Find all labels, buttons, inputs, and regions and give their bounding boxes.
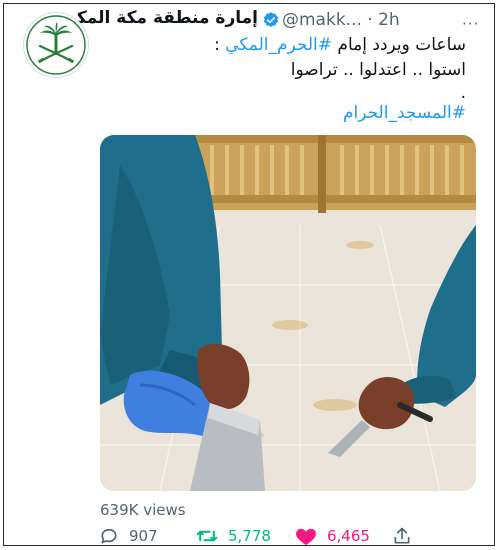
tweet-meta: @makk... · 2h <box>282 10 400 30</box>
more-options-button[interactable]: ··· <box>462 15 479 33</box>
verified-badge-icon <box>263 12 279 27</box>
tweet-text: ساعات ويردد إمام <box>332 35 466 55</box>
avatar[interactable] <box>23 12 89 78</box>
retweet-icon <box>196 530 218 542</box>
reply-count: 907 <box>129 527 158 545</box>
tweet-text-line-1: ساعات ويردد إمام #الحرم_المكي : <box>214 34 466 56</box>
reply-button[interactable]: 907 <box>99 526 158 546</box>
tweet-text-colon: : <box>214 35 226 55</box>
tweet-text-line-2: استوا .. اعتدلوا .. تراصوا <box>290 60 466 80</box>
share-icon <box>394 527 410 544</box>
hashtag-haram-makki[interactable]: #الحرم_المكي <box>225 35 332 55</box>
views-count: 639K views <box>100 501 186 519</box>
tweet-text-line-3: . <box>460 83 466 103</box>
retweet-button[interactable]: 5,778 <box>196 526 271 546</box>
reply-icon <box>101 528 117 544</box>
like-button[interactable]: 6,465 <box>295 526 370 546</box>
retweet-count: 5,778 <box>228 527 271 545</box>
user-handle[interactable]: @makk... <box>282 10 362 30</box>
video-frame-illustration <box>100 135 476 491</box>
saudi-emblem-logo <box>26 15 86 75</box>
display-name[interactable]: إمارة منطقة مكة المكرمة <box>45 8 258 28</box>
timestamp[interactable]: · 2h <box>367 10 399 30</box>
share-button[interactable] <box>392 526 412 546</box>
heart-icon <box>296 528 316 546</box>
hashtag-masjid-haram[interactable]: #المسجد_الحرام <box>343 102 466 124</box>
tweet-video[interactable] <box>100 135 476 491</box>
tweet-card: ··· @makk... · 2h إمارة منطقة مكة المكرم… <box>3 3 495 546</box>
like-count: 6,465 <box>327 527 370 545</box>
